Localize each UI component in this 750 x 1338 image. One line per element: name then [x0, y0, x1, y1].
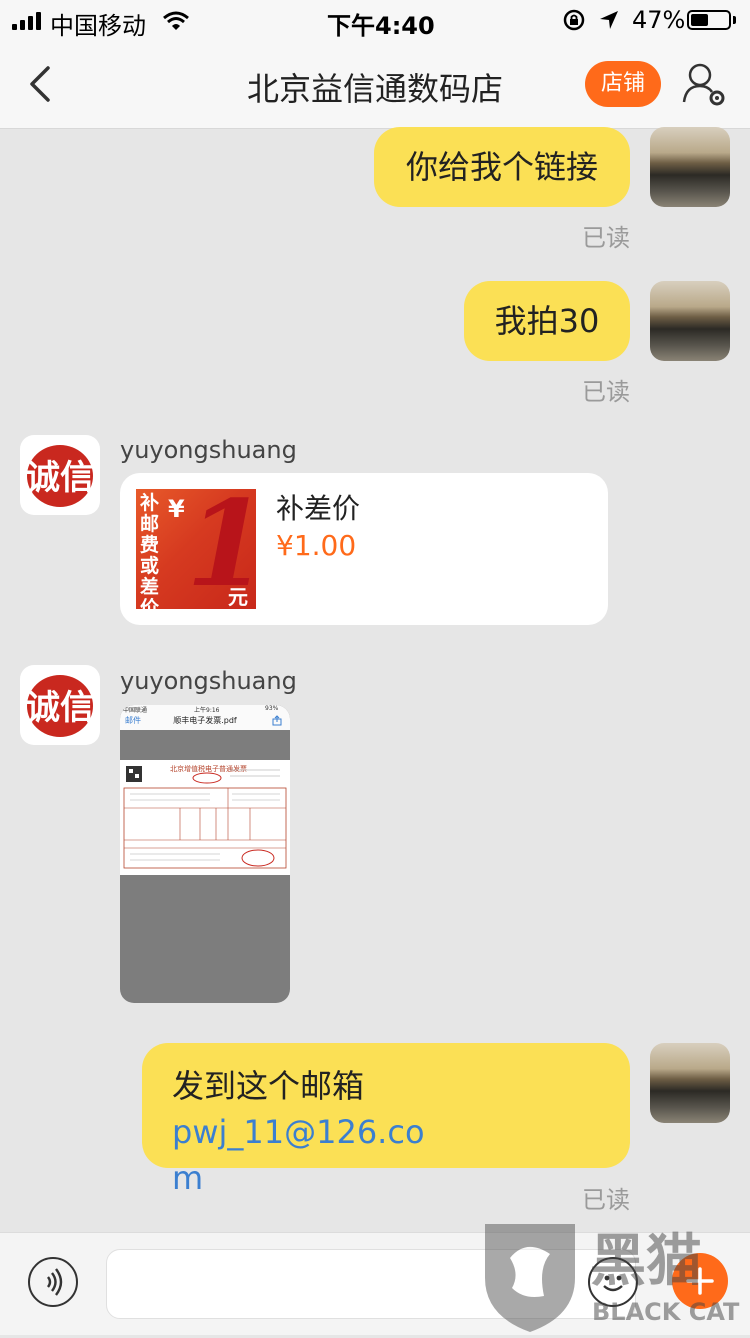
invoice-drawing	[123, 766, 287, 869]
email-link-cont[interactable]: m	[172, 1159, 203, 1197]
battery-percent: 47%	[632, 6, 686, 34]
product-image-unit: 元	[228, 585, 248, 609]
message-bubble-1[interactable]: 你给我个链接	[374, 127, 630, 207]
product-card[interactable]: 补邮费或差价 ¥ 1 元 补差价 ¥1.00	[120, 473, 608, 625]
product-image-side: 补邮费或差价	[140, 492, 160, 610]
avatar-self[interactable]	[650, 127, 730, 207]
document-image[interactable]: 中国联通 上午9:16 93% 邮件 顺丰电子发票.pdf 北京增值税电子普通发…	[120, 705, 290, 1003]
product-image-symbol: ¥	[168, 495, 185, 523]
doc-header: 中国联通 上午9:16 93% 邮件 顺丰电子发票.pdf	[120, 705, 290, 730]
avatar-self[interactable]	[650, 281, 730, 361]
message-text: 发到这个邮箱	[172, 1067, 365, 1105]
battery-icon	[687, 10, 731, 30]
avatar-shop[interactable]: 诚信	[20, 435, 100, 515]
watermark-logo: 黑猫 BLACK CAT	[480, 1218, 750, 1334]
doc-status-carrier: 中国联通	[123, 707, 148, 714]
svg-text:BLACK CAT: BLACK CAT	[592, 1298, 740, 1326]
avatar-shop[interactable]: 诚信	[20, 665, 100, 745]
message-text: 你给我个链接	[405, 148, 598, 186]
share-icon	[272, 715, 282, 726]
doc-status-time: 上午9:16	[194, 707, 220, 714]
read-status: 已读	[582, 1186, 630, 1214]
card-title: 补差价	[276, 492, 361, 525]
message-bubble-5[interactable]: 发到这个邮箱 pwj_11@126.com	[142, 1043, 630, 1197]
invoice-page: 北京增值税电子普通发票	[120, 760, 290, 875]
read-status: 已读	[582, 224, 630, 252]
sender-name: yuyongshuang	[120, 436, 297, 464]
seal-logo: 诚信	[26, 675, 94, 737]
email-link[interactable]: pwj_11@126.co	[172, 1113, 425, 1151]
clock: 下午4:40	[327, 12, 435, 40]
message-text: 我拍30	[494, 302, 600, 340]
doc-status-battery: 93%	[265, 705, 279, 712]
sender-name: yuyongshuang	[120, 667, 297, 695]
lock-rotation-icon	[563, 9, 585, 31]
battery-tip	[733, 16, 736, 24]
message-bubble-2[interactable]: 我拍30	[464, 281, 630, 361]
doc-filename: 顺丰电子发票.pdf	[173, 716, 237, 725]
seal-logo: 诚信	[26, 445, 94, 507]
product-image: 补邮费或差价 ¥ 1 元	[136, 489, 256, 609]
signal-icon	[12, 10, 41, 30]
svg-text:黑猫: 黑猫	[590, 1229, 702, 1294]
shop-button[interactable]: 店铺	[585, 61, 661, 107]
avatar-self[interactable]	[650, 1043, 730, 1123]
card-price: ¥1.00	[276, 529, 357, 562]
location-icon	[600, 11, 618, 29]
voice-icon[interactable]	[28, 1257, 78, 1307]
wifi-icon	[163, 11, 189, 30]
carrier-label: 中国移动	[50, 12, 146, 40]
read-status: 已读	[582, 378, 630, 406]
status-bar: 中国移动 下午4:40 47%	[0, 0, 750, 40]
svg-text:诚信: 诚信	[26, 458, 94, 498]
svg-text:诚信: 诚信	[26, 688, 94, 728]
user-settings-icon[interactable]	[680, 60, 728, 108]
nav-bar: 北京益信通数码店 店铺	[0, 40, 750, 129]
